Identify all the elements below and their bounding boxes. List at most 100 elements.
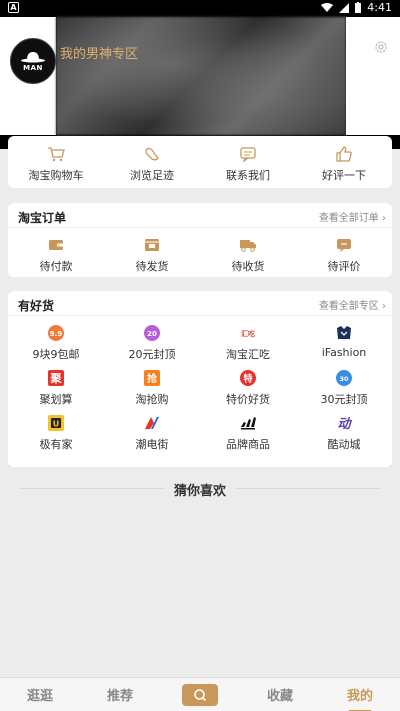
goods-label: 品牌商品	[226, 438, 270, 451]
goods-badge: 9.9	[50, 330, 63, 338]
goods-label: 淘抢购	[135, 393, 169, 406]
kudong-icon: 动	[337, 417, 352, 432]
avatar-text: MAN	[23, 63, 43, 72]
chevron-right-icon: ›	[382, 301, 386, 312]
adidas-icon	[241, 417, 256, 430]
goods-item-20[interactable]: 20 20元封顶	[104, 324, 200, 362]
status-bar: A 4:41	[0, 0, 400, 17]
order-pending-payment[interactable]: 待付款	[8, 236, 104, 274]
guess-heading: 猜你喜欢	[165, 480, 235, 499]
goods-more-link[interactable]: 查看全部专区 ›	[319, 297, 386, 312]
quick-action-footprint[interactable]: 浏览足迹	[104, 136, 200, 188]
tab-mine[interactable]: 我的	[320, 685, 400, 711]
chevron-right-icon: ›	[382, 213, 386, 224]
quick-action-contact[interactable]: 联系我们	[200, 136, 296, 188]
battery-icon	[355, 2, 362, 13]
chat-icon	[240, 147, 256, 163]
quick-action-label: 淘宝购物车	[28, 169, 84, 182]
jiyoujia-icon: U	[48, 415, 64, 431]
wallet-icon	[49, 240, 63, 250]
huichi-icon: 汇吃	[241, 329, 255, 338]
order-label: 待发货	[135, 260, 169, 273]
goods-more-label: 查看全部专区	[318, 301, 379, 312]
goods-item-kudong[interactable]: 动 酷动城	[296, 414, 392, 452]
hat-icon	[21, 51, 45, 62]
goods-badge: U	[53, 420, 60, 429]
goods-item-99[interactable]: 9.9 9块9包邮	[8, 324, 104, 362]
goods-item-juhuasuan[interactable]: 聚 聚划算	[8, 369, 104, 407]
goods-label: 潮电街	[135, 438, 169, 451]
tab-browse[interactable]: 逛逛	[0, 685, 80, 704]
avatar[interactable]: MAN	[10, 38, 56, 84]
orders-title: 淘宝订单	[18, 211, 67, 225]
qianggou-icon: 抢	[144, 370, 160, 386]
goods-label: 9块9包邮	[32, 348, 80, 361]
search-button[interactable]	[182, 683, 218, 706]
quick-action-label: 好评一下	[322, 169, 366, 182]
quick-actions-card: 淘宝购物车 浏览足迹 联系我们 好评一下	[8, 136, 392, 188]
page-title: 我的男神专区	[60, 47, 139, 62]
order-label: 待付款	[39, 260, 73, 273]
quick-action-cart[interactable]: 淘宝购物车	[8, 136, 104, 188]
goods-label: 特价好货	[226, 393, 270, 406]
30-icon: 30	[336, 370, 352, 386]
package-icon	[145, 239, 159, 251]
goods-label: iFashion	[321, 346, 367, 359]
20-icon: 20	[144, 325, 160, 341]
thumbs-up-icon	[336, 146, 352, 162]
profile-header: MAN 我的男神专区	[0, 17, 400, 149]
goods-label: 聚划算	[39, 393, 73, 406]
truck-icon	[240, 240, 256, 252]
tejia-icon: 特	[240, 370, 256, 386]
goods-label: 20元封顶	[128, 348, 176, 361]
tab-recommend[interactable]: 推荐	[80, 685, 160, 704]
goods-badge: 抢	[147, 372, 158, 385]
tab-favorites[interactable]: 收藏	[240, 685, 320, 704]
signal-icon	[339, 2, 350, 13]
search-icon	[194, 688, 207, 701]
wifi-icon	[321, 2, 334, 12]
order-label: 待收货	[231, 260, 265, 273]
goods-item-chaodian[interactable]: 潮电街	[104, 414, 200, 452]
goods-card: 有好货 查看全部专区 › 9.9 9块9包邮 20 20元封顶 汇吃 淘宝汇吃 …	[8, 291, 392, 467]
orders-card: 淘宝订单 查看全部订单 › 待付款 待发货 待收货 待评价	[8, 203, 392, 277]
tab-search[interactable]	[160, 683, 240, 706]
orders-more-label: 查看全部订单	[318, 213, 379, 224]
goods-badge: 动	[337, 417, 352, 432]
quick-action-label: 浏览足迹	[130, 169, 174, 182]
goods-badge: 20	[147, 330, 157, 338]
comment-icon	[337, 239, 351, 252]
goods-title: 有好货	[18, 299, 55, 313]
99-icon: 9.9	[48, 325, 64, 341]
cart-icon	[48, 147, 65, 162]
ifashion-icon	[337, 326, 351, 339]
goods-item-ifashion[interactable]: iFashion	[296, 324, 392, 362]
goods-item-qianggou[interactable]: 抢 淘抢购	[104, 369, 200, 407]
goods-badge: 汇吃	[241, 329, 255, 338]
goods-item-30[interactable]: 30 30元封顶	[296, 369, 392, 407]
order-pending-review[interactable]: 待评价	[296, 236, 392, 274]
goods-label: 淘宝汇吃	[226, 348, 270, 361]
orders-more-link[interactable]: 查看全部订单 ›	[319, 209, 386, 224]
goods-item-tejia[interactable]: 特 特价好货	[200, 369, 296, 407]
order-label: 待评价	[327, 260, 361, 273]
footprint-icon	[145, 147, 159, 161]
tab-bar: 逛逛 推荐 收藏 我的	[0, 677, 400, 711]
chaodian-icon	[145, 417, 159, 429]
goods-item-jiyoujia[interactable]: U 极有家	[8, 414, 104, 452]
order-pending-shipment[interactable]: 待发货	[104, 236, 200, 274]
goods-item-huichi[interactable]: 汇吃 淘宝汇吃	[200, 324, 296, 362]
goods-item-brand[interactable]: 品牌商品	[200, 414, 296, 452]
goods-label: 酷动城	[327, 438, 361, 451]
goods-badge: 聚	[50, 372, 63, 385]
goods-label: 30元封顶	[320, 393, 368, 406]
order-pending-receipt[interactable]: 待收货	[200, 236, 296, 274]
clock: 4:41	[367, 1, 392, 14]
goods-badge: 特	[243, 373, 252, 385]
quick-action-rate[interactable]: 好评一下	[296, 136, 392, 188]
goods-label: 极有家	[39, 438, 73, 451]
quick-action-label: 联系我们	[226, 169, 270, 182]
settings-icon[interactable]	[374, 40, 388, 54]
notification-icon: A	[8, 2, 19, 13]
goods-badge: 30	[339, 375, 349, 383]
